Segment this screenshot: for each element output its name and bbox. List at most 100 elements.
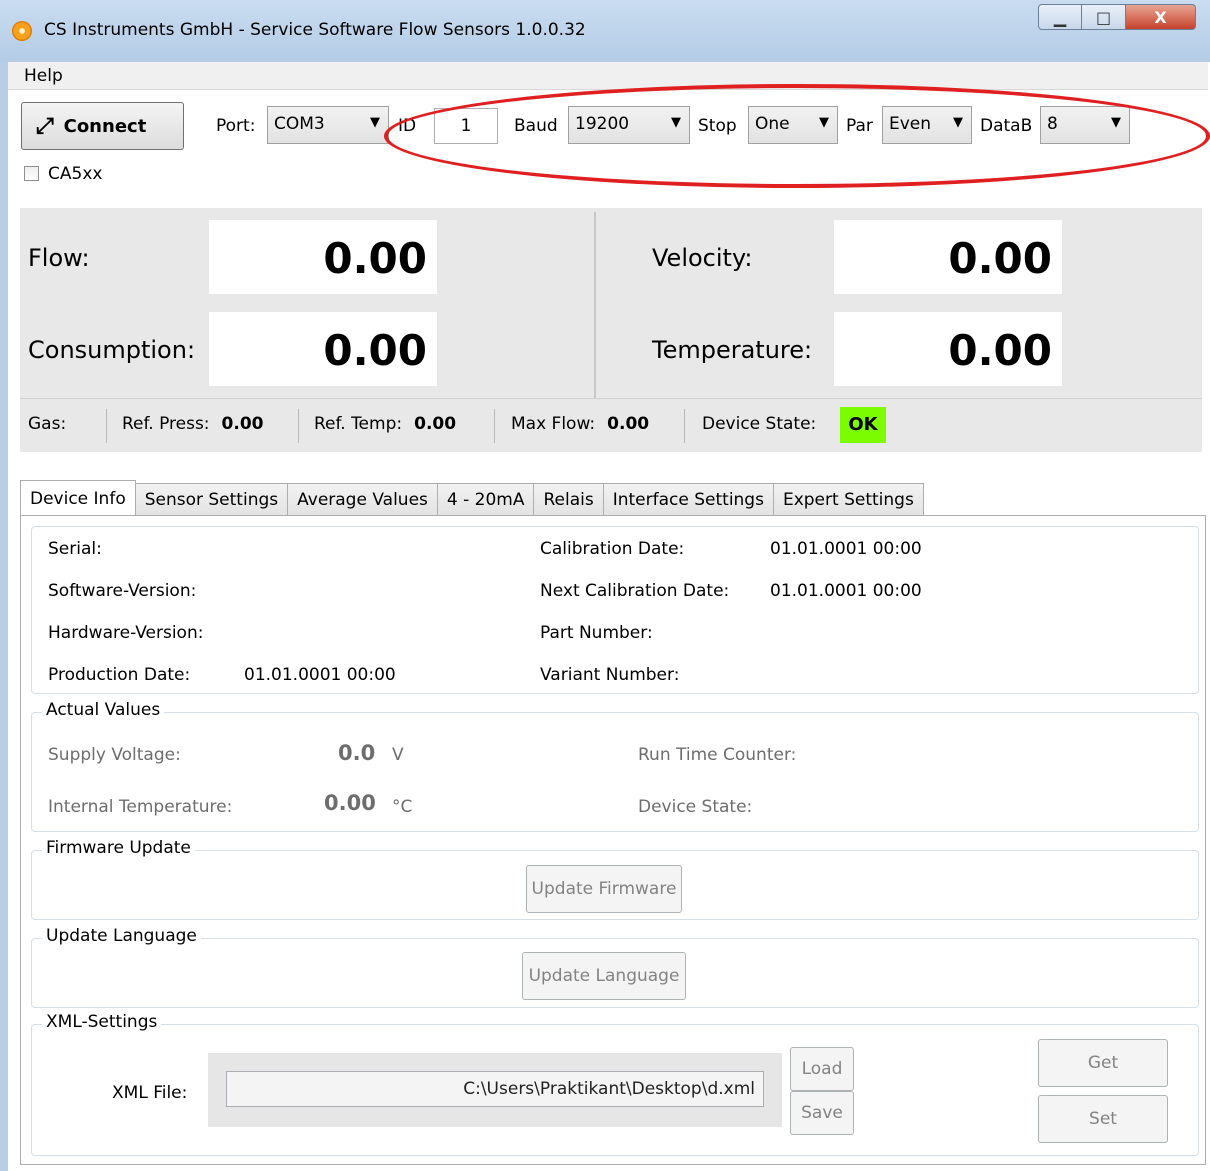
device-info-panel: Serial: Software-Version: Hardware-Versi… (20, 515, 1206, 1165)
temperature-value: 0.00 (834, 312, 1062, 386)
status-strip: Gas: Ref. Press: 0.00 Ref. Temp: 0.00 Max … (20, 398, 1202, 452)
ca5xx-checkbox[interactable] (24, 166, 39, 181)
next-calibration-date-label: Next Calibration Date: (540, 581, 730, 601)
device-info-group: Serial: Software-Version: Hardware-Versi… (31, 526, 1199, 694)
stop-label: Stop (698, 116, 737, 136)
parity-label: Par (846, 116, 873, 136)
software-version-label: Software-Version: (48, 581, 197, 601)
stop-select[interactable]: One ▼ (748, 106, 838, 144)
serial-label: Serial: (48, 539, 102, 559)
xml-settings-group: XML-Settings XML File: C:\Users\Praktika… (31, 1012, 1199, 1156)
status-separator (106, 409, 107, 443)
stop-value: One (755, 114, 790, 134)
status-separator (298, 409, 299, 443)
part-number-label: Part Number: (540, 623, 653, 643)
actual-values-group: Actual Values Supply Voltage: 0.0 V Inte… (31, 700, 1199, 832)
baud-value: 19200 (575, 114, 630, 134)
databits-label: DataB (980, 116, 1033, 136)
chevron-down-icon: ▼ (370, 115, 380, 130)
minimize-icon: ▁ (1053, 7, 1067, 27)
ca5xx-label: CA5xx (48, 164, 103, 184)
ref-press: Ref. Press: 0.00 (122, 414, 264, 434)
xml-file-panel: C:\Users\Praktikant\Desktop\d.xml (208, 1053, 782, 1127)
maximize-button[interactable]: □ (1082, 4, 1126, 30)
update-firmware-button[interactable]: Update Firmware (526, 865, 682, 913)
minimize-button[interactable]: ▁ (1038, 4, 1082, 30)
actual-values-title: Actual Values (42, 700, 165, 720)
ref-temp-value: 0.00 (414, 414, 457, 434)
update-language-button[interactable]: Update Language (522, 952, 686, 1000)
save-button[interactable]: Save (790, 1091, 854, 1135)
measurement-panel: Flow: 0.00 Consumption: 0.00 Velocity: 0… (20, 208, 1202, 452)
temperature-label: Temperature: (652, 336, 813, 364)
close-button[interactable]: X (1126, 4, 1196, 30)
xml-file-input[interactable]: C:\Users\Praktikant\Desktop\d.xml (226, 1071, 764, 1107)
update-language-title: Update Language (42, 926, 201, 946)
window-title: CS Instruments GmbH - Service Software F… (44, 20, 586, 40)
max-flow-label: Max Flow: (511, 414, 596, 434)
ref-press-value: 0.00 (221, 414, 264, 434)
internal-temperature-value: 0.00 (324, 791, 376, 815)
get-button[interactable]: Get (1038, 1039, 1168, 1087)
ref-press-label: Ref. Press: (122, 414, 210, 434)
port-value: COM3 (274, 114, 325, 134)
firmware-update-group: Firmware Update Update Firmware (31, 838, 1199, 920)
tab-relais[interactable]: Relais (534, 483, 604, 516)
calibration-date-value: 01.01.0001 00:00 (770, 539, 922, 559)
internal-temperature-label: Internal Temperature: (48, 797, 233, 817)
id-input[interactable]: 1 (434, 108, 498, 144)
supply-voltage-label: Supply Voltage: (48, 745, 181, 765)
actual-device-state-label: Device State: (638, 797, 753, 817)
databits-value: 8 (1047, 114, 1058, 134)
connect-arrows-icon: ⤢ (36, 113, 54, 139)
databits-select[interactable]: 8 ▼ (1040, 106, 1130, 144)
run-time-counter-label: Run Time Counter: (638, 745, 797, 765)
tab-average-values[interactable]: Average Values (288, 483, 438, 516)
velocity-value: 0.00 (834, 220, 1062, 294)
tab-sensor-settings[interactable]: Sensor Settings (135, 483, 289, 516)
chevron-down-icon: ▼ (953, 115, 963, 130)
update-language-group: Update Language Update Language (31, 926, 1199, 1008)
flow-label: Flow: (28, 244, 90, 272)
id-label: ID (398, 116, 417, 136)
app-window: CS Instruments GmbH - Service Software F… (0, 0, 1210, 1171)
parity-select[interactable]: Even ▼ (882, 106, 972, 144)
production-date-label: Production Date: (48, 665, 191, 685)
xml-settings-title: XML-Settings (42, 1012, 162, 1032)
set-button[interactable]: Set (1038, 1095, 1168, 1143)
menu-help[interactable]: Help (24, 66, 63, 86)
parity-value: Even (889, 114, 932, 134)
tab-interface-settings[interactable]: Interface Settings (603, 483, 774, 516)
velocity-label: Velocity: (652, 244, 753, 272)
gas-label: Gas: (28, 414, 67, 434)
xml-file-label: XML File: (112, 1083, 188, 1103)
status-separator (684, 409, 685, 443)
max-flow-value: 0.00 (607, 414, 650, 434)
production-date-value: 01.01.0001 00:00 (244, 665, 396, 685)
baud-select[interactable]: 19200 ▼ (568, 106, 690, 144)
main-client-area: ⤢ Connect Port: COM3 ▼ ID 1 Baud 19200 ▼… (8, 84, 1210, 1168)
flow-value: 0.00 (209, 220, 437, 294)
chevron-down-icon: ▼ (1111, 115, 1121, 130)
menu-bar: Help (8, 62, 1208, 90)
tab-device-info[interactable]: Device Info (20, 480, 136, 516)
title-bar[interactable]: CS Instruments GmbH - Service Software F… (0, 0, 1210, 62)
consumption-label: Consumption: (28, 336, 196, 364)
variant-number-label: Variant Number: (540, 665, 680, 685)
port-select[interactable]: COM3 ▼ (267, 106, 389, 144)
device-state-label: Device State: (702, 414, 817, 434)
load-button[interactable]: Load (790, 1047, 854, 1091)
tab-expert-settings[interactable]: Expert Settings (773, 483, 924, 516)
max-flow: Max Flow: 0.00 (511, 414, 649, 434)
next-calibration-date-value: 01.01.0001 00:00 (770, 581, 922, 601)
firmware-update-title: Firmware Update (42, 838, 195, 858)
device-state-badge: OK (840, 407, 886, 443)
tab-strip: Device Info Sensor Settings Average Valu… (20, 480, 924, 516)
connect-button[interactable]: ⤢ Connect (21, 102, 184, 150)
chevron-down-icon: ▼ (819, 115, 829, 130)
connect-label: Connect (63, 115, 147, 137)
chevron-down-icon: ▼ (671, 115, 681, 130)
supply-voltage-unit: V (392, 745, 404, 765)
window-controls: ▁ □ X (1038, 4, 1196, 30)
tab-4-20ma[interactable]: 4 - 20mA (437, 483, 535, 516)
